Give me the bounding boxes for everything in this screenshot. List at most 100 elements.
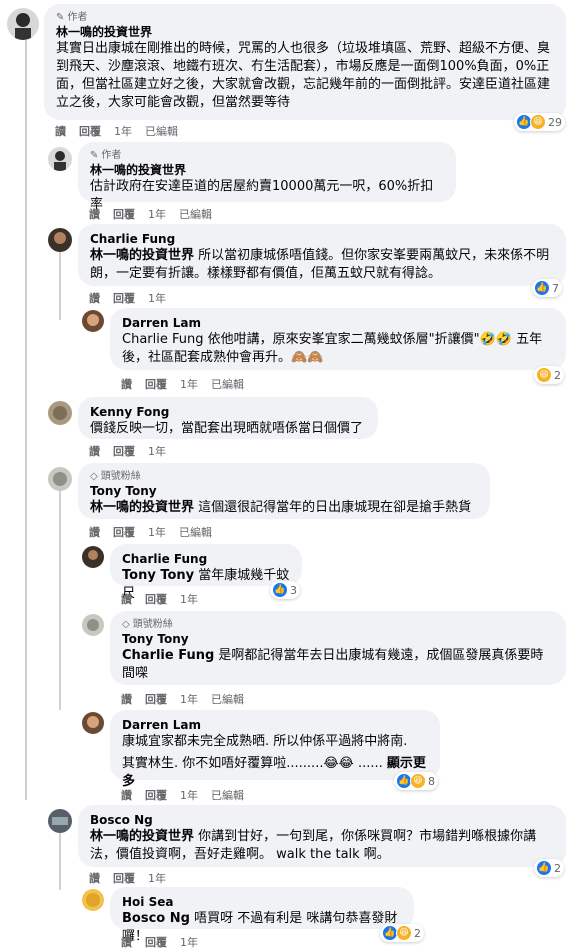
- comment-bubble: Charlie Fung 林一鳴的投資世界 所以當初康城係唔值錢。但你家安峯要兩…: [78, 224, 566, 286]
- like-link[interactable]: 讚: [121, 376, 132, 392]
- avatar[interactable]: [48, 809, 72, 833]
- edited-label: 已編輯: [211, 789, 244, 802]
- like-link[interactable]: 讚: [121, 787, 132, 803]
- reaction-summary[interactable]: 👍 3: [270, 581, 300, 599]
- timestamp[interactable]: 1年: [180, 376, 198, 392]
- comment-actions: 讀 回覆 1年 已編輯: [55, 123, 178, 139]
- haha-icon: 😆: [530, 114, 546, 130]
- comment-bubble: Darren Lam 康城宜家都未完全成熟晒. 所以仲係平過將中將南. 其實林生…: [110, 710, 440, 789]
- reply-link[interactable]: 回覆: [145, 376, 167, 392]
- commenter-name[interactable]: Charlie Fung: [122, 551, 290, 567]
- timestamp[interactable]: 1年: [180, 691, 198, 707]
- like-icon: 👍: [534, 280, 550, 296]
- commenter-name[interactable]: Tony Tony: [90, 483, 478, 499]
- like-link[interactable]: 讚: [89, 870, 100, 886]
- comment-text: 林一鳴的投資世界 這個還很記得當年的日出康城現在卻是搶手熱貨: [90, 500, 472, 515]
- diamond-icon: ◇: [122, 619, 130, 630]
- commenter-name[interactable]: Charlie Fung: [90, 231, 554, 247]
- commenter-name[interactable]: Darren Lam: [122, 717, 428, 733]
- avatar[interactable]: [48, 228, 72, 252]
- comment-text: 其實日出康城在剛推出的時候，咒罵的人也很多（垃圾堆填區、荒野、超級不方便、臭到飛…: [56, 41, 551, 110]
- commenter-name[interactable]: 林一鳴的投資世界: [56, 24, 554, 40]
- like-link[interactable]: 讚: [89, 443, 100, 459]
- thread-line: [25, 40, 27, 800]
- commenter-name[interactable]: Kenny Fong: [90, 404, 366, 420]
- reaction-summary[interactable]: 😆 2: [534, 366, 564, 384]
- reply-link[interactable]: 回覆: [113, 443, 135, 459]
- like-link[interactable]: 讚: [89, 290, 100, 306]
- like-icon: 👍: [536, 860, 552, 876]
- thread-line: [59, 830, 61, 890]
- comment-actions: 讚 回覆 1年 已編輯: [121, 376, 244, 392]
- edited-label: 已編輯: [211, 693, 244, 706]
- commenter-name[interactable]: Bosco Ng: [90, 812, 554, 828]
- fan-badge: ◇ 頭號粉絲: [90, 471, 141, 482]
- comment-bubble: Hoi Sea Bosco Ng 唔買呀 不過有利是 咪講句恭喜發財囉！: [110, 887, 414, 944]
- avatar[interactable]: [48, 401, 72, 425]
- comment-actions: 讚 回覆 1年 已編輯: [121, 691, 244, 707]
- reply-link[interactable]: 回覆: [113, 524, 135, 540]
- timestamp[interactable]: 1年: [180, 934, 198, 950]
- avatar[interactable]: [82, 614, 104, 636]
- pencil-icon: ✎: [90, 150, 99, 161]
- reply-link[interactable]: 回覆: [145, 591, 167, 607]
- like-link[interactable]: 讚: [121, 691, 132, 707]
- mention-link[interactable]: Tony Tony: [122, 568, 194, 583]
- reply-link[interactable]: 回覆: [113, 206, 135, 222]
- timestamp[interactable]: 1年: [148, 524, 166, 540]
- reaction-summary[interactable]: 👍 2: [534, 859, 564, 877]
- avatar[interactable]: [7, 8, 39, 40]
- timestamp[interactable]: 1年: [114, 123, 132, 139]
- comment-text: Charlie Fung 依他咁講，原來安峯宜家二萬幾蚊係層"折讓價"🤣🤣 五年…: [122, 332, 543, 365]
- timestamp[interactable]: 1年: [180, 787, 198, 803]
- thread-line: [59, 485, 61, 710]
- comment-actions: 讚 回覆 1年 已編輯: [89, 206, 212, 222]
- reply-link[interactable]: 回覆: [145, 691, 167, 707]
- reply-link[interactable]: 回覆: [113, 290, 135, 306]
- like-link[interactable]: 讚: [121, 934, 132, 950]
- mention-link[interactable]: 林一鳴的投資世界: [90, 248, 194, 263]
- reply-link[interactable]: 回覆: [113, 870, 135, 886]
- commenter-name[interactable]: Darren Lam: [122, 315, 554, 331]
- like-link[interactable]: 讚: [89, 206, 100, 222]
- reaction-summary[interactable]: 👍 😆 29: [514, 113, 565, 131]
- mention-link[interactable]: Charlie Fung: [122, 648, 214, 663]
- timestamp[interactable]: 1年: [148, 443, 166, 459]
- avatar[interactable]: [82, 712, 104, 734]
- fan-badge: ◇ 頭號粉絲: [122, 619, 173, 630]
- mention-link[interactable]: Bosco Ng: [122, 911, 190, 926]
- like-link[interactable]: 讚: [121, 591, 132, 607]
- commenter-name[interactable]: Hoi Sea: [122, 894, 402, 910]
- comment-actions: 讚 回覆 1年: [121, 934, 198, 950]
- haha-icon: 😆: [536, 367, 552, 383]
- reply-link[interactable]: 回覆: [145, 787, 167, 803]
- like-link[interactable]: 讀: [55, 123, 66, 139]
- like-link[interactable]: 讚: [89, 524, 100, 540]
- reaction-summary[interactable]: 👍 7: [532, 279, 562, 297]
- comment-text: 康城宜家都未完全成熟晒. 所以仲係平過將中將南.: [122, 734, 408, 749]
- avatar[interactable]: [82, 889, 104, 911]
- reply-link[interactable]: 回覆: [79, 123, 101, 139]
- avatar[interactable]: [48, 147, 72, 171]
- timestamp[interactable]: 1年: [148, 870, 166, 886]
- comment-bubble: Kenny Fong 價錢反映一切，當配套出現晒就唔係當日個價了: [78, 397, 378, 439]
- timestamp[interactable]: 1年: [148, 290, 166, 306]
- commenter-name[interactable]: Tony Tony: [122, 631, 554, 647]
- avatar[interactable]: [48, 467, 72, 491]
- commenter-name[interactable]: 林一鳴的投資世界: [90, 162, 444, 178]
- reaction-summary[interactable]: 👍 😆 2: [380, 924, 424, 942]
- haha-icon: 😆: [410, 773, 426, 789]
- reaction-summary[interactable]: 👍 😆 8: [394, 772, 438, 790]
- avatar[interactable]: [82, 546, 104, 568]
- comment-actions: 讚 回覆 1年: [89, 290, 166, 306]
- edited-label: 已編輯: [145, 125, 178, 138]
- mention-link[interactable]: 林一鳴的投資世界: [90, 829, 194, 844]
- mention-link[interactable]: 林一鳴的投資世界: [90, 500, 194, 515]
- timestamp[interactable]: 1年: [148, 206, 166, 222]
- timestamp[interactable]: 1年: [180, 591, 198, 607]
- like-icon: 👍: [272, 582, 288, 598]
- comment-bubble: Bosco Ng 林一鳴的投資世界 你講到甘好，一句到尾，你係咪買啊？市場錯判喺…: [78, 805, 566, 867]
- comment-bubble: Darren Lam Charlie Fung 依他咁講，原來安峯宜家二萬幾蚊係…: [110, 308, 566, 370]
- reply-link[interactable]: 回覆: [145, 934, 167, 950]
- avatar[interactable]: [82, 310, 104, 332]
